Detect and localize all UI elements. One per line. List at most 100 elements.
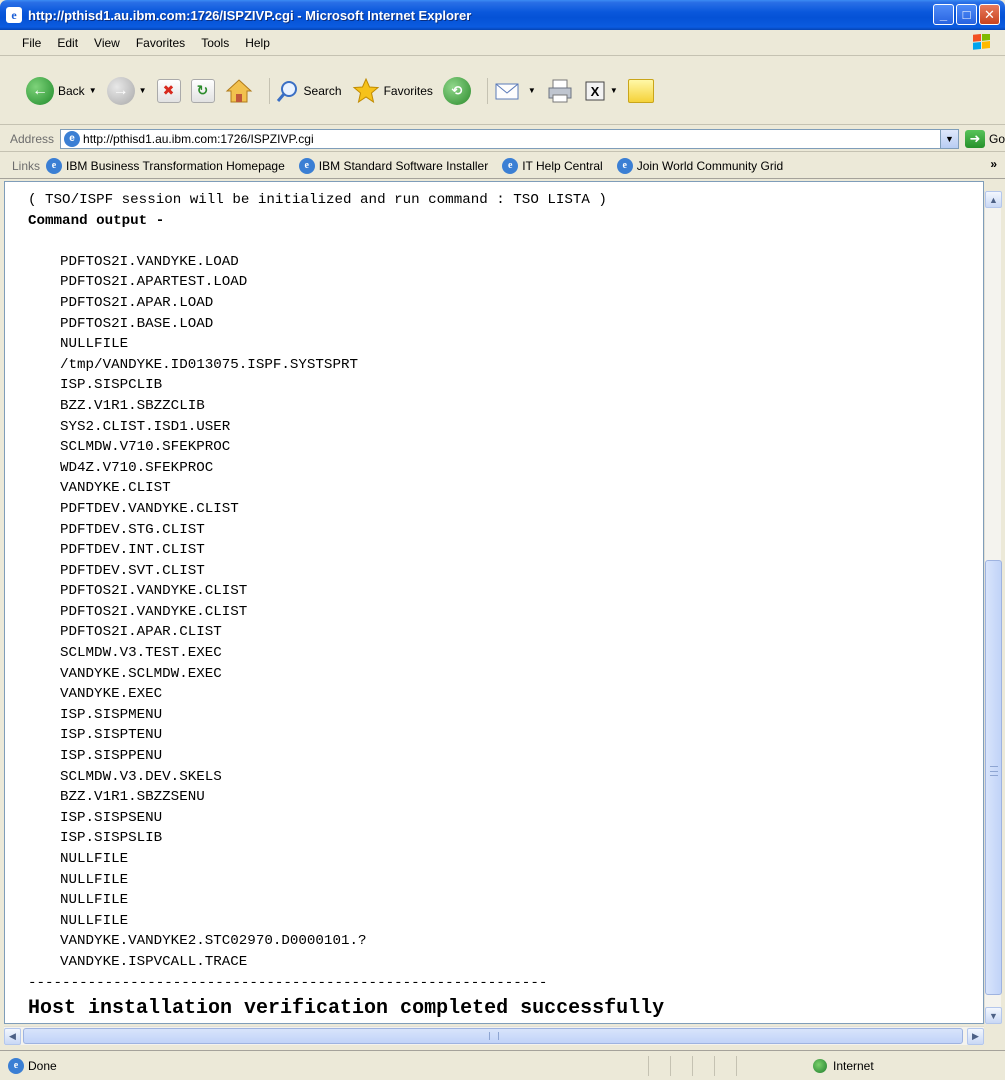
dataset-line: VANDYKE.EXEC bbox=[60, 686, 163, 703]
windows-logo-icon bbox=[973, 34, 990, 50]
link-ibm-business-transformation[interactable]: e IBM Business Transformation Homepage bbox=[46, 157, 285, 174]
home-button[interactable] bbox=[225, 77, 253, 105]
stop-button[interactable]: ✖ bbox=[156, 78, 181, 103]
dataset-line: NULLFILE bbox=[60, 892, 129, 909]
print-button[interactable] bbox=[546, 78, 574, 104]
dataset-line: SCLMDW.V710.SFEKPROC bbox=[60, 439, 231, 456]
print-icon bbox=[548, 79, 572, 102]
dataset-line: WD4Z.V710.SFEKPROC bbox=[60, 459, 214, 476]
divider-line: ----------------------------------------… bbox=[28, 974, 548, 991]
globe-icon bbox=[813, 1058, 827, 1073]
menu-file[interactable]: File bbox=[14, 36, 49, 50]
address-input[interactable]: e http://pthisd1.au.ibm.com:1726/ISPZIVP… bbox=[60, 128, 959, 149]
status-bar: e Done Internet bbox=[0, 1050, 1005, 1080]
search-label: Search bbox=[303, 83, 342, 98]
command-output-block: ( TSO/ISPF session will be initialized a… bbox=[5, 182, 983, 993]
go-arrow-icon: ➜ bbox=[964, 129, 985, 148]
vertical-scrollbar[interactable]: ▲ ▼ bbox=[984, 191, 1002, 1024]
status-segment bbox=[670, 1055, 692, 1076]
dataset-line: BZZ.V1R1.SBZZCLIB bbox=[60, 397, 205, 414]
stop-icon: ✖ bbox=[156, 78, 181, 103]
back-arrow-icon: ← bbox=[26, 76, 54, 105]
dataset-line: VANDYKE.CLIST bbox=[60, 480, 171, 497]
dataset-line: ISP.SISPCLIB bbox=[60, 377, 163, 394]
back-button[interactable]: ← Back ▼ bbox=[26, 76, 97, 105]
horizontal-scroll-thumb[interactable] bbox=[23, 1028, 963, 1044]
dataset-line: VANDYKE.SCLMDW.EXEC bbox=[60, 665, 222, 682]
edit-button[interactable]: X ▼ bbox=[584, 80, 618, 102]
refresh-button[interactable]: ↻ bbox=[190, 78, 215, 103]
go-label: Go bbox=[988, 131, 1005, 146]
back-label: Back bbox=[58, 83, 85, 98]
search-button[interactable]: Search bbox=[276, 79, 342, 103]
address-url[interactable]: http://pthisd1.au.ibm.com:1726/ISPZIVP.c… bbox=[83, 132, 314, 146]
notes-button[interactable] bbox=[627, 78, 654, 103]
dataset-line: NULLFILE bbox=[60, 851, 129, 867]
edit-dropdown-icon[interactable]: ▼ bbox=[610, 86, 618, 95]
vertical-scroll-thumb[interactable] bbox=[985, 560, 1002, 995]
menu-help[interactable]: Help bbox=[237, 36, 278, 50]
menu-edit[interactable]: Edit bbox=[49, 36, 86, 50]
dataset-line: SCLMDW.V3.DEV.SKELS bbox=[60, 768, 222, 785]
link-ibm-standard-software-installer[interactable]: e IBM Standard Software Installer bbox=[298, 157, 488, 174]
dataset-line: NULLFILE bbox=[60, 912, 129, 929]
toolbar: ← Back ▼ → ▼ ✖ ↻ Search Favorites ⟲ ▼ X … bbox=[0, 57, 1005, 125]
forward-dropdown-icon[interactable]: ▼ bbox=[139, 86, 147, 95]
dataset-line: PDFTDEV.STG.CLIST bbox=[60, 521, 205, 538]
ie-app-icon: e bbox=[6, 7, 22, 23]
scroll-right-icon[interactable]: ▶ bbox=[967, 1028, 984, 1045]
favorites-star-icon bbox=[352, 77, 379, 103]
window-title: http://pthisd1.au.ibm.com:1726/ISPZIVP.c… bbox=[28, 7, 472, 23]
maximize-button[interactable]: □ bbox=[956, 4, 977, 25]
scroll-up-icon[interactable]: ▲ bbox=[985, 191, 1002, 208]
back-dropdown-icon[interactable]: ▼ bbox=[89, 86, 97, 95]
forward-arrow-icon: → bbox=[106, 76, 135, 105]
forward-button[interactable]: → ▼ bbox=[106, 76, 147, 105]
mail-button[interactable]: ▼ bbox=[494, 79, 536, 103]
dataset-line: ISP.SISPPENU bbox=[60, 748, 163, 765]
excel-edit-icon: X bbox=[585, 81, 605, 100]
title-bar[interactable]: e http://pthisd1.au.ibm.com:1726/ISPZIVP… bbox=[0, 0, 1005, 30]
links-more-icon[interactable]: » bbox=[990, 157, 997, 171]
status-done: e Done bbox=[8, 1057, 648, 1074]
links-label: Links bbox=[12, 158, 41, 173]
dataset-line: ISP.SISPSLIB bbox=[60, 830, 163, 847]
close-button[interactable]: ✕ bbox=[979, 4, 1000, 25]
minimize-button[interactable]: _ bbox=[933, 4, 954, 25]
ie-page-icon: e bbox=[46, 157, 63, 174]
menu-view[interactable]: View bbox=[86, 36, 128, 50]
history-icon: ⟲ bbox=[442, 76, 471, 105]
scroll-left-icon[interactable]: ◀ bbox=[4, 1028, 21, 1045]
menu-favorites[interactable]: Favorites bbox=[128, 36, 193, 50]
link-join-world-community-grid[interactable]: e Join World Community Grid bbox=[616, 157, 783, 174]
success-message: Host installation verification completed… bbox=[28, 997, 665, 1020]
security-zone[interactable]: Internet bbox=[813, 1058, 874, 1073]
link-label: IT Help Central bbox=[522, 158, 603, 173]
mail-icon bbox=[495, 83, 519, 99]
dataset-line: /tmp/VANDYKE.ID013075.ISPF.SYSTSPRT bbox=[60, 356, 358, 373]
dataset-line: NULLFILE bbox=[60, 336, 129, 353]
menu-tools[interactable]: Tools bbox=[193, 36, 237, 50]
dataset-line: PDFTOS2I.APAR.LOAD bbox=[60, 294, 214, 311]
mail-dropdown-icon[interactable]: ▼ bbox=[528, 86, 536, 95]
menu-bar: File Edit View Favorites Tools Help bbox=[0, 30, 1005, 56]
page-content: ( TSO/ISPF session will be initialized a… bbox=[4, 181, 984, 1024]
window-controls: _ □ ✕ bbox=[933, 4, 1000, 25]
address-dropdown-icon[interactable]: ▼ bbox=[939, 129, 958, 148]
dataset-line: PDFTOS2I.APARTEST.LOAD bbox=[60, 274, 248, 291]
link-label: IBM Business Transformation Homepage bbox=[66, 158, 285, 173]
scroll-down-icon[interactable]: ▼ bbox=[985, 1007, 1002, 1024]
history-button[interactable]: ⟲ bbox=[442, 76, 471, 105]
horizontal-scrollbar[interactable]: ◀ ▶ bbox=[4, 1026, 984, 1045]
ie-page-icon: e bbox=[616, 157, 633, 174]
svg-text:X: X bbox=[591, 84, 600, 99]
address-bar: Address e http://pthisd1.au.ibm.com:1726… bbox=[0, 126, 1005, 152]
toolbar-separator bbox=[268, 77, 270, 104]
dataset-line: PDFTDEV.VANDYKE.CLIST bbox=[60, 500, 239, 517]
status-segment bbox=[714, 1055, 736, 1076]
link-it-help-central[interactable]: e IT Help Central bbox=[502, 157, 603, 174]
favorites-button[interactable]: Favorites bbox=[352, 77, 433, 105]
dataset-line: SYS2.CLIST.ISD1.USER bbox=[60, 418, 231, 435]
go-button[interactable]: ➜ Go bbox=[964, 129, 1005, 148]
dataset-line: SCLMDW.V3.TEST.EXEC bbox=[60, 645, 222, 662]
